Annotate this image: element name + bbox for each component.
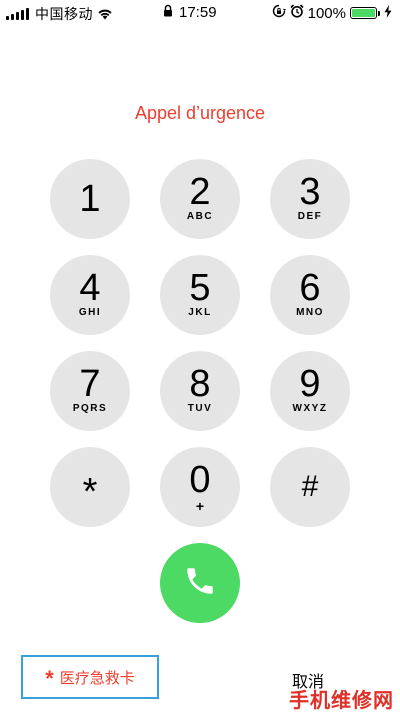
key-digit: 1 bbox=[79, 178, 101, 220]
carrier-name: 中国移动 bbox=[35, 6, 93, 22]
key-digit: * bbox=[82, 471, 98, 513]
key-9[interactable]: 9 WXYZ bbox=[270, 351, 350, 431]
key-digit: 0 bbox=[189, 459, 211, 501]
charging-bolt-icon bbox=[384, 4, 392, 22]
status-bar: 中国移动 17:59 100% bbox=[0, 0, 400, 26]
key-digit: 5 bbox=[189, 267, 211, 309]
battery-icon bbox=[350, 7, 377, 19]
key-0[interactable]: 0 + bbox=[160, 447, 240, 527]
key-4[interactable]: 4 GHI bbox=[50, 255, 130, 335]
medical-star-icon: * bbox=[45, 666, 54, 691]
call-button[interactable] bbox=[160, 543, 240, 623]
key-letters: WXYZ bbox=[292, 403, 328, 414]
key-digit: 9 bbox=[299, 363, 321, 405]
watermark: 手机维修网 bbox=[289, 690, 394, 712]
key-letters: MNO bbox=[296, 307, 324, 318]
key-letters: ABC bbox=[186, 211, 214, 222]
emergency-call-title: Appel d’urgence bbox=[134, 103, 266, 123]
key-3[interactable]: 3 DEF bbox=[270, 159, 350, 239]
key-digit: 6 bbox=[299, 267, 321, 309]
key-digit: 4 bbox=[79, 267, 101, 309]
key-letters: JKL bbox=[188, 307, 212, 318]
key-star[interactable]: * bbox=[50, 447, 130, 527]
battery-percent: 100% bbox=[307, 4, 346, 22]
status-center: 17:59 bbox=[163, 4, 217, 21]
status-right: 100% bbox=[272, 4, 392, 22]
cellular-signal-icon bbox=[6, 8, 29, 20]
status-left: 中国移动 bbox=[6, 4, 113, 24]
key-digit: 7 bbox=[79, 363, 101, 405]
key-letters: TUV bbox=[187, 403, 213, 414]
key-digit: 3 bbox=[299, 171, 321, 213]
lock-icon bbox=[163, 4, 173, 21]
key-1[interactable]: 1 bbox=[50, 159, 130, 239]
key-digit: 2 bbox=[189, 171, 211, 213]
phone-icon bbox=[183, 564, 217, 603]
key-8[interactable]: 8 TUV bbox=[160, 351, 240, 431]
medical-id-button[interactable]: * 医疗急救卡 bbox=[21, 655, 159, 699]
key-5[interactable]: 5 JKL bbox=[160, 255, 240, 335]
wifi-icon bbox=[97, 8, 113, 20]
medical-id-label: 医疗急救卡 bbox=[59, 669, 135, 687]
battery-fill bbox=[352, 9, 375, 17]
key-letters: DEF bbox=[297, 211, 323, 222]
key-letters: + bbox=[195, 498, 205, 514]
battery-tip bbox=[378, 10, 380, 16]
key-digit: # bbox=[301, 470, 319, 503]
key-letters: PQRS bbox=[72, 403, 108, 414]
key-pound[interactable]: # bbox=[270, 447, 350, 527]
alarm-icon bbox=[290, 4, 304, 22]
key-2[interactable]: 2 ABC bbox=[160, 159, 240, 239]
key-7[interactable]: 7 PQRS bbox=[50, 351, 130, 431]
key-digit: 8 bbox=[189, 363, 211, 405]
key-letters: GHI bbox=[78, 307, 102, 318]
orientation-lock-icon bbox=[272, 4, 286, 22]
status-time: 17:59 bbox=[179, 4, 217, 21]
key-6[interactable]: 6 MNO bbox=[270, 255, 350, 335]
